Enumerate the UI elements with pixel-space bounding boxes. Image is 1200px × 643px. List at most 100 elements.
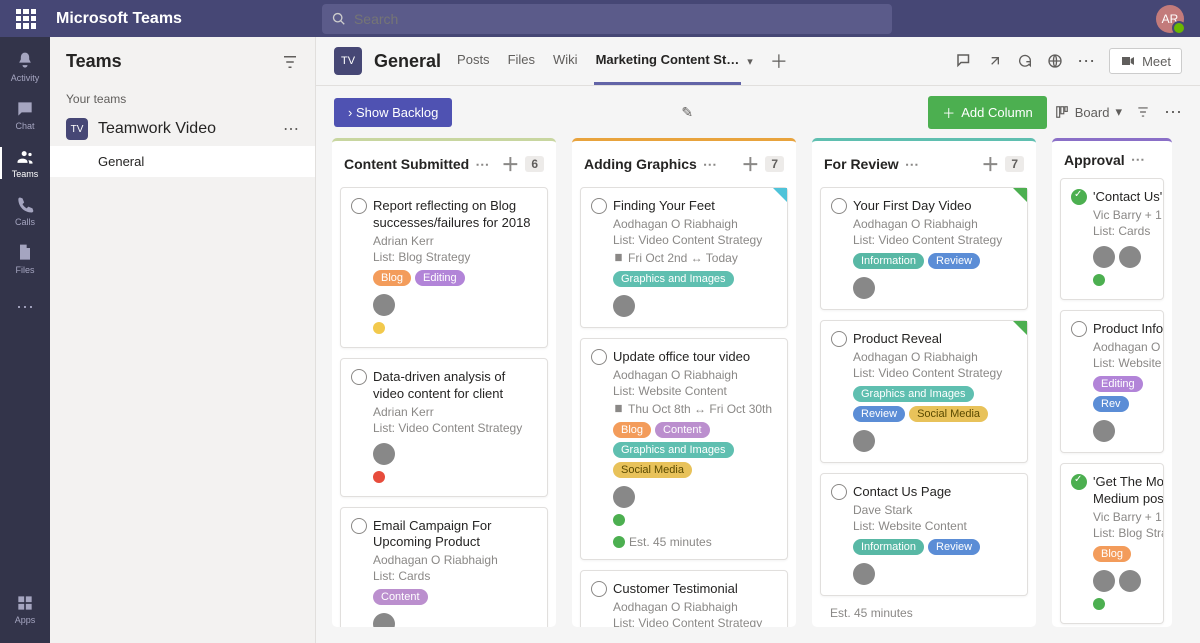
add-tab-button[interactable]: ＋: [767, 49, 791, 73]
column-add-icon[interactable]: ＋: [741, 151, 759, 177]
board-more-icon[interactable]: ⋯: [1164, 102, 1182, 123]
view-selector[interactable]: Board ▾: [1055, 104, 1122, 120]
column-more-icon[interactable]: ⋯: [905, 156, 919, 173]
assignee-avatar[interactable]: [613, 486, 635, 508]
column-more-icon[interactable]: ⋯: [475, 156, 489, 173]
assignee-avatar[interactable]: [1119, 570, 1141, 592]
header-more-icon[interactable]: ⋯: [1077, 51, 1095, 72]
channel-general[interactable]: General: [50, 146, 315, 177]
task-card[interactable]: 'Contact Us' forVic Barry + 1 othList: C…: [1060, 178, 1164, 300]
rail-more[interactable]: ⋯: [0, 283, 50, 331]
column-count: 7: [765, 156, 784, 172]
card-title: 'Contact Us' for: [1093, 189, 1153, 206]
search-input[interactable]: [354, 11, 882, 27]
card-list: List: Video Content Strategy: [373, 421, 537, 435]
section-your-teams: Your teams: [50, 86, 315, 112]
complete-toggle[interactable]: [591, 198, 607, 214]
complete-toggle[interactable]: [591, 349, 607, 365]
card-assignee: Adrian Kerr: [373, 234, 537, 248]
complete-toggle[interactable]: [1071, 189, 1087, 205]
assignee-avatar[interactable]: [853, 430, 875, 452]
card-list: List: Blog Strategy: [373, 250, 537, 264]
tab-marketing[interactable]: Marketing Content St…: [594, 37, 742, 85]
rail-teams[interactable]: Teams: [0, 139, 50, 187]
complete-toggle[interactable]: [1071, 474, 1087, 490]
team-row[interactable]: TV Teamwork Video ⋯: [50, 112, 315, 146]
complete-toggle[interactable]: [351, 198, 367, 214]
column-add-icon[interactable]: ＋: [501, 151, 519, 177]
task-card[interactable]: Update office tour videoAodhagan O Riabh…: [580, 338, 788, 560]
board-column: Approval ⋯ 'Contact Us' forVic Barry + 1…: [1052, 138, 1172, 627]
chevron-down-icon: ▾: [1115, 104, 1122, 120]
complete-toggle[interactable]: [351, 369, 367, 385]
rail-apps[interactable]: Apps: [0, 585, 50, 633]
rail-activity[interactable]: Activity: [0, 43, 50, 91]
reply-icon[interactable]: [955, 52, 973, 70]
team-more-icon[interactable]: ⋯: [283, 119, 299, 139]
tag: Social Media: [909, 406, 988, 422]
user-avatar[interactable]: AR: [1156, 5, 1184, 33]
tab-files[interactable]: Files: [506, 37, 537, 85]
search-box[interactable]: [322, 4, 892, 34]
complete-toggle[interactable]: [351, 518, 367, 534]
status-indicator: [1093, 274, 1105, 286]
assignee-avatar[interactable]: [373, 443, 395, 465]
task-card[interactable]: Report reflecting on Blog successes/fail…: [340, 187, 548, 348]
channel-team-avatar: TV: [334, 47, 362, 75]
card-title: Customer Testimonial: [613, 581, 777, 598]
complete-toggle[interactable]: [1071, 321, 1087, 337]
tab-chevron-icon[interactable]: ▾: [747, 55, 753, 68]
rail-chat[interactable]: Chat: [0, 91, 50, 139]
task-card[interactable]: Email Campaign For Upcoming ProductAodha…: [340, 507, 548, 627]
status-indicator: [373, 322, 385, 334]
rail-files[interactable]: Files: [0, 235, 50, 283]
teams-heading: Teams: [66, 51, 281, 72]
filter-icon[interactable]: [281, 53, 299, 71]
assignee-avatar[interactable]: [613, 295, 635, 317]
filter-board-icon[interactable]: [1136, 105, 1150, 119]
column-add-icon[interactable]: ＋: [981, 151, 999, 177]
assignee-avatar[interactable]: [853, 563, 875, 585]
popout-icon[interactable]: [987, 53, 1003, 69]
assignee-avatar[interactable]: [1119, 246, 1141, 268]
card-assignee: Aodhagan O Riabhaigh: [853, 350, 1017, 364]
edit-icon[interactable]: ✎: [681, 104, 693, 121]
task-card[interactable]: Contact Us PageDave StarkList: Website C…: [820, 473, 1028, 596]
assignee-avatar[interactable]: [373, 294, 395, 316]
globe-icon[interactable]: [1047, 53, 1063, 69]
task-card[interactable]: Finding Your FeetAodhagan O RiabhaighLis…: [580, 187, 788, 328]
assignee-avatar[interactable]: [1093, 420, 1115, 442]
task-card[interactable]: Product InformAodhagan O RiaList: Websit…: [1060, 310, 1164, 453]
add-column-button[interactable]: ＋ Add Column: [928, 96, 1047, 129]
complete-toggle[interactable]: [831, 331, 847, 347]
complete-toggle[interactable]: [591, 581, 607, 597]
tag-row: BlogContentGraphics and ImagesSocial Med…: [613, 422, 777, 478]
column-count: 6: [525, 156, 544, 172]
assignee-avatar[interactable]: [1093, 570, 1115, 592]
task-card[interactable]: Product RevealAodhagan O RiabhaighList: …: [820, 320, 1028, 463]
assignee-avatar[interactable]: [853, 277, 875, 299]
task-card[interactable]: Data-driven analysis of video content fo…: [340, 358, 548, 497]
time-estimate: Est. 45 minutes: [830, 606, 1028, 620]
complete-toggle[interactable]: [831, 484, 847, 500]
board-toolbar: › Show Backlog ✎ ＋ Add Column Board ▾ ⋯: [316, 86, 1200, 138]
video-icon: [1120, 53, 1136, 69]
assignee-avatar[interactable]: [1093, 246, 1115, 268]
meet-button[interactable]: Meet: [1109, 48, 1182, 74]
task-card[interactable]: Your First Day VideoAodhagan O Riabhaigh…: [820, 187, 1028, 310]
refresh-icon[interactable]: [1017, 53, 1033, 69]
tag: Graphics and Images: [613, 271, 734, 287]
app-launcher-icon[interactable]: [16, 9, 36, 29]
complete-toggle[interactable]: [831, 198, 847, 214]
column-more-icon[interactable]: ⋯: [1131, 151, 1145, 168]
rail-calls[interactable]: Calls: [0, 187, 50, 235]
app-rail: Activity Chat Teams Calls Files ⋯ Apps: [0, 37, 50, 643]
board: Content Submitted ⋯ ＋ 6 Report reflectin…: [316, 138, 1200, 643]
column-more-icon[interactable]: ⋯: [703, 156, 717, 173]
tab-wiki[interactable]: Wiki: [551, 37, 580, 85]
show-backlog-button[interactable]: › Show Backlog: [334, 98, 452, 127]
assignee-avatar[interactable]: [373, 613, 395, 627]
task-card[interactable]: 'Get The Most CMedium postVic Barry + 1 …: [1060, 463, 1164, 624]
tab-posts[interactable]: Posts: [455, 37, 492, 85]
task-card[interactable]: Customer TestimonialAodhagan O Riabhaigh…: [580, 570, 788, 627]
